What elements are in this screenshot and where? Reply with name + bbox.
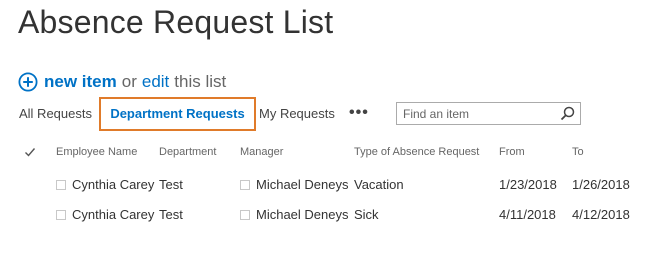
table-row[interactable]: Cynthia Carey Test Michael Deneys Sick 4… — [0, 200, 663, 230]
from-date: 4/11/2018 — [499, 207, 556, 222]
employee-name[interactable]: Cynthia Carey — [72, 177, 154, 192]
col-header-to[interactable]: To — [572, 146, 584, 158]
views-bar: All Requests Department Requests My Requ… — [0, 97, 663, 131]
search-input[interactable] — [397, 103, 555, 124]
manager-name[interactable]: Michael Deneys — [256, 207, 349, 222]
view-my-requests[interactable]: My Requests — [259, 97, 335, 131]
more-views-ellipsis[interactable]: ••• — [349, 97, 369, 131]
absence-type: Sick — [354, 207, 379, 222]
manager-name[interactable]: Michael Deneys — [256, 177, 349, 192]
edit-list-link[interactable]: edit — [142, 72, 169, 92]
department: Test — [159, 207, 183, 222]
view-all-requests[interactable]: All Requests — [19, 97, 92, 131]
absence-type: Vacation — [354, 177, 404, 192]
employee-presence-box — [56, 210, 66, 220]
search-icon[interactable] — [560, 106, 575, 121]
new-item-link[interactable]: new item — [44, 72, 117, 92]
col-header-type[interactable]: Type of Absence Request — [354, 146, 479, 158]
select-all-check-icon[interactable] — [24, 146, 36, 158]
manager-presence-box — [240, 210, 250, 220]
to-date: 1/26/2018 — [572, 177, 630, 192]
col-header-from[interactable]: From — [499, 146, 525, 158]
search-box — [396, 102, 581, 125]
add-circle-icon[interactable] — [18, 72, 38, 92]
department: Test — [159, 177, 183, 192]
view-department-requests[interactable]: Department Requests — [99, 97, 256, 131]
col-header-department[interactable]: Department — [159, 146, 216, 158]
employee-presence-box — [56, 180, 66, 190]
table-row[interactable]: Cynthia Carey Test Michael Deneys Vacati… — [0, 170, 663, 200]
or-text: or — [121, 72, 137, 91]
manager-presence-box — [240, 180, 250, 190]
employee-name[interactable]: Cynthia Carey — [72, 207, 154, 222]
to-date: 4/12/2018 — [572, 207, 630, 222]
this-list-text: this list — [174, 72, 227, 91]
new-item-bar: new item or edit this list — [18, 70, 226, 94]
col-header-manager[interactable]: Manager — [240, 146, 283, 158]
from-date: 1/23/2018 — [499, 177, 557, 192]
page-title: Absence Request List — [18, 4, 334, 40]
col-header-employee[interactable]: Employee Name — [56, 146, 137, 158]
